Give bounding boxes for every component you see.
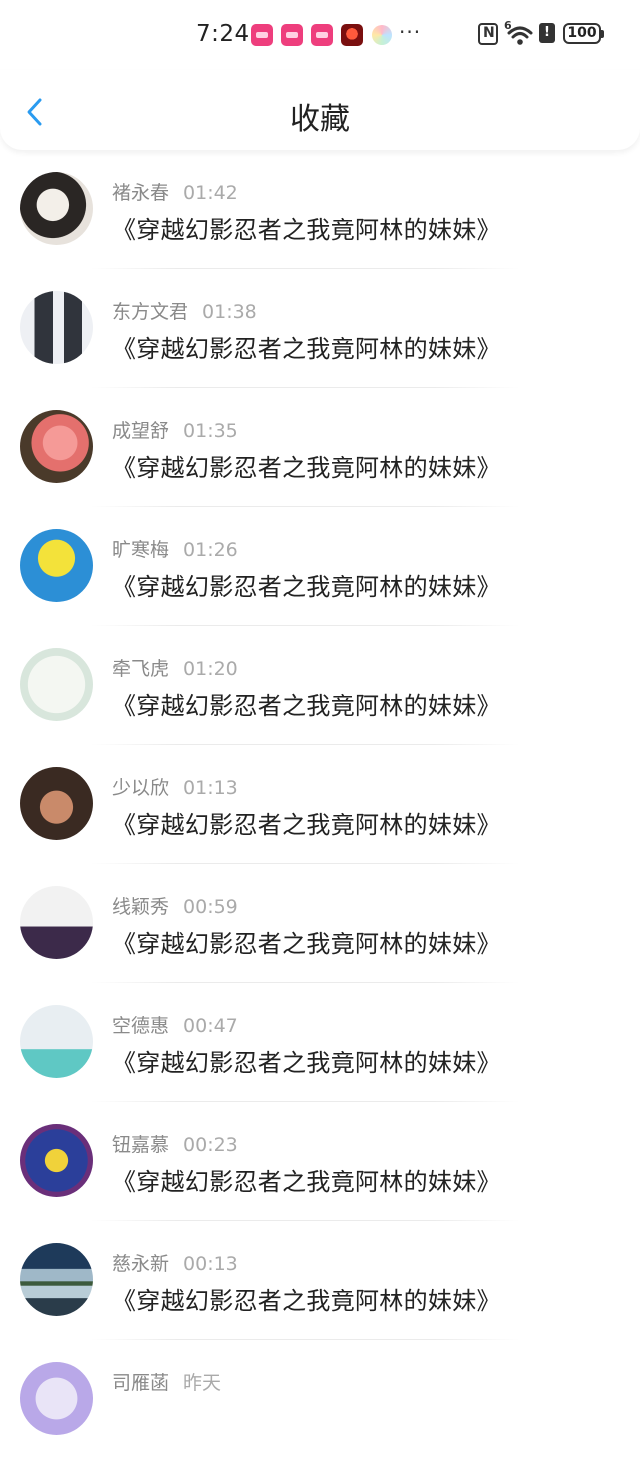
user-name: 成望舒 [112, 420, 170, 442]
user-name: 司雁菡 [112, 1372, 170, 1394]
item-meta: 东方文君 01:38 [112, 297, 257, 324]
item-time: 00:13 [183, 1253, 238, 1275]
item-time: 01:20 [183, 658, 238, 680]
nfc-icon [478, 23, 498, 45]
item-time: 01:35 [183, 420, 238, 442]
item-time: 01:38 [202, 301, 257, 323]
item-time: 昨天 [183, 1372, 222, 1394]
novel-title[interactable]: 《穿越幻影忍者之我竟阿林的妹妹》 [112, 567, 501, 602]
app-pink-icon [311, 24, 333, 46]
user-name: 褚永春 [112, 182, 170, 204]
novel-title[interactable]: 《穿越幻影忍者之我竟阿林的妹妹》 [112, 1281, 501, 1316]
item-meta: 慈永新 00:13 [112, 1249, 238, 1276]
novel-title[interactable]: 《穿越幻影忍者之我竟阿林的妹妹》 [112, 210, 501, 245]
novel-title[interactable]: 《穿越幻影忍者之我竟阿林的妹妹》 [112, 1162, 501, 1197]
page-title: 收藏 [290, 102, 350, 137]
list-item[interactable]: 空德惠 00:47 《穿越幻影忍者之我竟阿林的妹妹》 [0, 983, 640, 1102]
item-meta: 线颖秀 00:59 [112, 892, 238, 919]
novel-title[interactable]: 《穿越幻影忍者之我竟阿林的妹妹》 [112, 1043, 501, 1078]
avatar [20, 529, 93, 602]
avatar [20, 291, 93, 364]
list-item[interactable]: 牵飞虎 01:20 《穿越幻影忍者之我竟阿林的妹妹》 [0, 626, 640, 745]
novel-title[interactable]: 《穿越幻影忍者之我竟阿林的妹妹》 [112, 805, 501, 840]
avatar [20, 1243, 93, 1316]
list-item[interactable]: 慈永新 00:13 《穿越幻影忍者之我竟阿林的妹妹》 [0, 1221, 640, 1340]
item-time: 00:23 [183, 1134, 238, 1156]
novel-title[interactable]: 《穿越幻影忍者之我竟阿林的妹妹》 [112, 448, 501, 483]
list-item[interactable]: 东方文君 01:38 《穿越幻影忍者之我竟阿林的妹妹》 [0, 269, 640, 388]
item-meta: 旷寒梅 01:26 [112, 535, 238, 562]
user-name: 牵飞虎 [112, 658, 170, 680]
user-name: 线颖秀 [112, 896, 170, 918]
status-bar: 7:24 ··· 6 ! 100 [0, 0, 640, 70]
list-item[interactable]: 旷寒梅 01:26 《穿越幻影忍者之我竟阿林的妹妹》 [0, 507, 640, 626]
user-name: 空德惠 [112, 1015, 170, 1037]
item-meta: 牵飞虎 01:20 [112, 654, 238, 681]
item-time: 01:42 [183, 182, 238, 204]
avatar [20, 648, 93, 721]
list-item[interactable]: 褚永春 01:42 《穿越幻影忍者之我竟阿林的妹妹》 [0, 150, 640, 269]
item-meta: 空德惠 00:47 [112, 1011, 238, 1038]
app-pink-icon [281, 24, 303, 46]
list-item[interactable]: 线颖秀 00:59 《穿越幻影忍者之我竟阿林的妹妹》 [0, 864, 640, 983]
item-meta: 褚永春 01:42 [112, 178, 238, 205]
list-item[interactable]: 司雁菡 昨天 [0, 1340, 640, 1459]
game-app-icon [341, 24, 363, 46]
battery-icon: 100 [563, 23, 601, 44]
item-time: 01:26 [183, 539, 238, 561]
list-item[interactable]: 钮嘉慕 00:23 《穿越幻影忍者之我竟阿林的妹妹》 [0, 1102, 640, 1221]
clock: 7:24 [196, 21, 250, 47]
avatar [20, 886, 93, 959]
item-time: 01:13 [183, 777, 238, 799]
item-meta: 司雁菡 昨天 [112, 1368, 221, 1395]
item-meta: 钮嘉慕 00:23 [112, 1130, 238, 1157]
avatar [20, 172, 93, 245]
alert-icon: ! [539, 23, 555, 43]
user-name: 钮嘉慕 [112, 1134, 170, 1156]
app-pink-icon [251, 24, 273, 46]
avatar [20, 767, 93, 840]
item-time: 00:59 [183, 896, 238, 918]
user-name: 慈永新 [112, 1253, 170, 1275]
nav-bar: 收藏 [0, 70, 640, 150]
item-time: 00:47 [183, 1015, 238, 1037]
avatar [20, 410, 93, 483]
list-item[interactable]: 成望舒 01:35 《穿越幻影忍者之我竟阿林的妹妹》 [0, 388, 640, 507]
list-item[interactable]: 少以欣 01:13 《穿越幻影忍者之我竟阿林的妹妹》 [0, 745, 640, 864]
more-notifications-icon: ··· [399, 20, 422, 44]
novel-title[interactable]: 《穿越幻影忍者之我竟阿林的妹妹》 [112, 686, 501, 721]
novel-title[interactable]: 《穿越幻影忍者之我竟阿林的妹妹》 [112, 329, 501, 364]
pastel-app-icon [372, 25, 392, 45]
avatar [20, 1362, 93, 1435]
item-meta: 少以欣 01:13 [112, 773, 238, 800]
user-name: 东方文君 [112, 301, 189, 323]
user-name: 旷寒梅 [112, 539, 170, 561]
wifi-icon [506, 23, 534, 47]
favorites-list: 褚永春 01:42 《穿越幻影忍者之我竟阿林的妹妹》 东方文君 01:38 《穿越幻… [0, 150, 640, 1459]
user-name: 少以欣 [112, 777, 170, 799]
novel-title[interactable]: 《穿越幻影忍者之我竟阿林的妹妹》 [112, 924, 501, 959]
battery-tip [601, 30, 604, 38]
item-meta: 成望舒 01:35 [112, 416, 238, 443]
avatar [20, 1124, 93, 1197]
avatar [20, 1005, 93, 1078]
